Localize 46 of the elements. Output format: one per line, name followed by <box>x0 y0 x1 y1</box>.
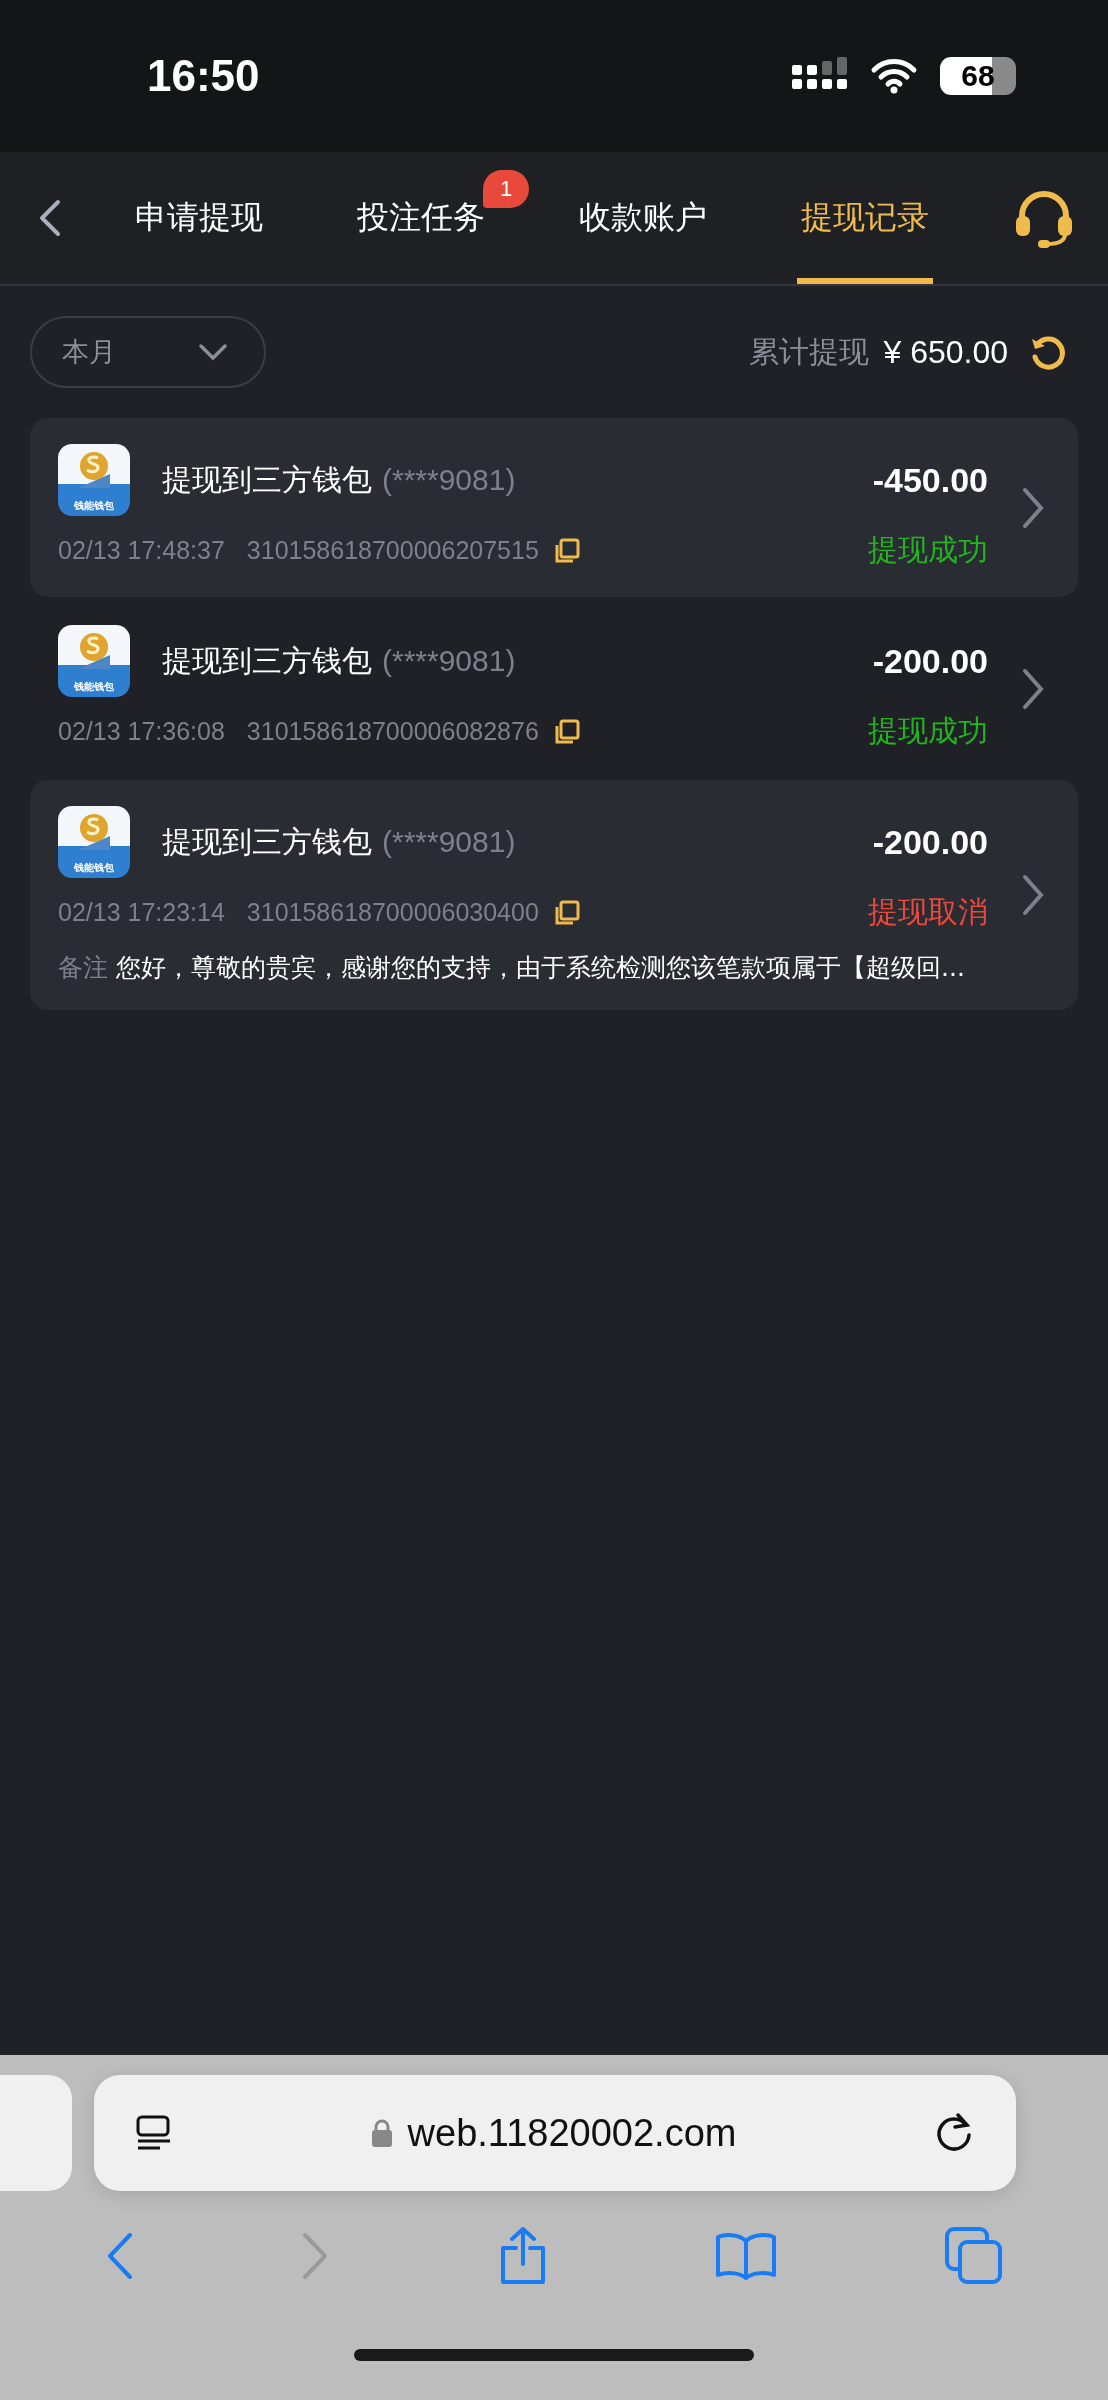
battery-indicator: 68 <box>940 57 1016 95</box>
back-icon <box>38 198 62 238</box>
total-label: 累计提现 <box>749 332 870 371</box>
wallet-logo: 钱能钱包 <box>58 444 130 516</box>
record-status: 提现取消 <box>868 893 988 931</box>
wallet-logo: 钱能钱包 <box>58 625 130 697</box>
tab[interactable]: 申请提现 <box>131 152 267 284</box>
wallet-logo: 钱能钱包 <box>58 806 130 878</box>
order-number: 310158618700006082876 <box>246 717 539 746</box>
lock-icon <box>369 2117 394 2149</box>
order-number: 310158618700006207515 <box>246 536 539 565</box>
url-text: web.11820002.com <box>407 2111 737 2155</box>
record-time: 02/13 17:23:14 <box>58 898 225 927</box>
record-title: 提现到三方钱包 <box>162 641 372 680</box>
record-title: 提现到三方钱包 <box>162 822 372 861</box>
address-bar[interactable]: web.11820002.com <box>94 2075 1016 2191</box>
tab[interactable]: 提现记录 <box>797 152 933 284</box>
caret-icon <box>198 343 228 361</box>
record-amount: -450.00 <box>872 460 988 500</box>
note-text: 您好，尊敬的贵宾，感谢您的支持，由于系统检测您该笔款项属于【超级回... <box>116 953 965 982</box>
wifi-icon <box>870 58 918 94</box>
account-number: (****9081) <box>382 463 516 497</box>
record-title: 提现到三方钱包 <box>162 460 372 499</box>
record-amount: -200.00 <box>872 641 988 681</box>
record-status: 提现成功 <box>868 531 988 569</box>
tabs-icon <box>944 2226 1005 2286</box>
order-number: 310158618700006030400 <box>246 898 539 927</box>
withdrawal-record[interactable]: 钱能钱包 提现到三方钱包 (****9081) -200.00 02/13 17:36:08 310158618700006082876 提现成功 <box>30 599 1078 778</box>
account-number: (****9081) <box>382 644 516 678</box>
period-dropdown[interactable]: 本月 <box>30 316 266 388</box>
tab[interactable]: 收款账户 <box>575 152 711 284</box>
chevron-icon <box>1021 666 1045 711</box>
record-amount: -200.00 <box>872 822 988 862</box>
bookmarks-icon <box>715 2231 778 2281</box>
account-number: (****9081) <box>382 825 516 859</box>
note-label: 备注 <box>58 953 108 982</box>
notification-badge: 1 <box>483 170 529 208</box>
total-amount: ¥ 650.00 <box>883 333 1008 371</box>
withdrawal-record[interactable]: 钱能钱包 提现到三方钱包 (****9081) -200.00 02/13 17:23:14 310158618700006030400 提现取消 备注 您好，尊敬的贵宾，感谢您的支持，由于系统检测您该笔款项属于【超级回... <box>30 780 1078 1010</box>
record-time: 02/13 17:48:37 <box>58 536 225 565</box>
chevron-icon <box>1021 873 1045 917</box>
status-time: 16:50 <box>147 51 260 101</box>
record-status: 提现成功 <box>868 712 988 750</box>
withdrawal-record[interactable]: 钱能钱包 提现到三方钱包 (****9081) -450.00 02/13 17:48:37 310158618700006207515 提现成功 <box>30 418 1078 597</box>
record-time: 02/13 17:36:08 <box>58 717 225 746</box>
chevron-icon <box>1021 485 1045 530</box>
